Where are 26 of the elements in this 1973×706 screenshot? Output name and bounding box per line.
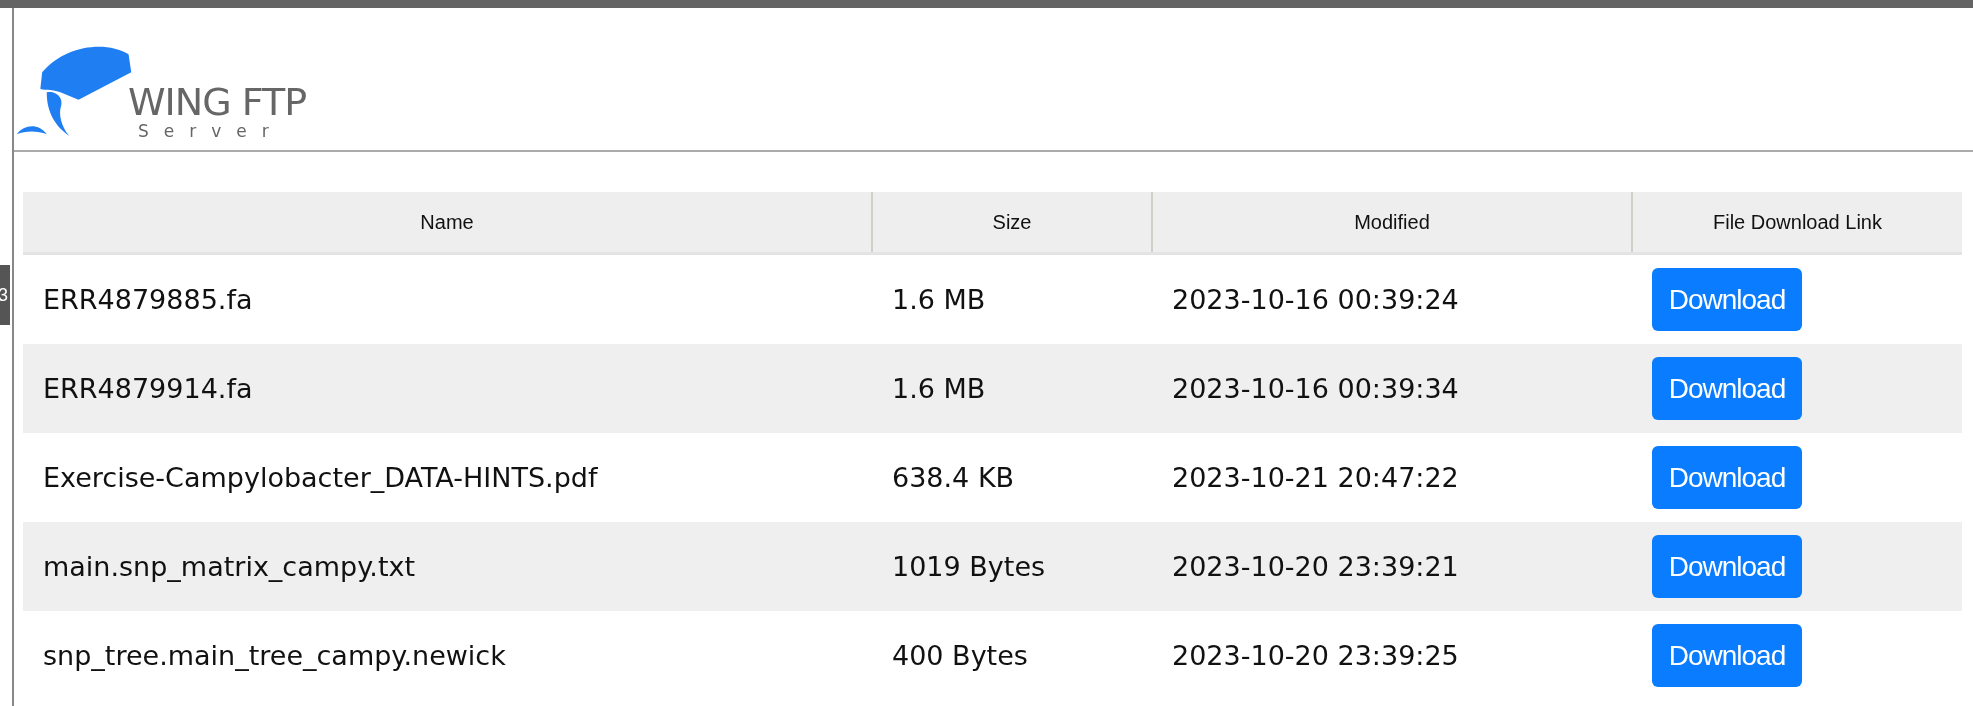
logo-title: WING FTP [128,82,307,122]
file-size: 1.6 MB [872,253,1152,344]
download-button[interactable]: Download [1652,446,1802,509]
column-header[interactable]: Size [872,192,1152,254]
file-name: Exercise-Campylobacter_DATA-HINTS.pdf [23,433,872,522]
file-name: ERR4879914.fa [23,344,872,433]
file-size: 1.6 MB [872,344,1152,433]
modified-date: 2023-10-20 23:39:21 [1152,522,1632,611]
download-button[interactable]: Download [1652,535,1802,598]
file-name: ERR4879885.fa [23,253,872,344]
download-button[interactable]: Download [1652,624,1802,687]
file-name: main.snp_matrix_campy.txt [23,522,872,611]
file-name: snp_tree.main_tree_campy.newick [23,611,872,700]
modified-date: 2023-10-16 00:39:34 [1152,344,1632,433]
modified-date: 2023-10-16 00:39:24 [1152,253,1632,344]
download-button[interactable]: Download [1652,268,1802,331]
modified-date: 2023-10-21 20:47:22 [1152,433,1632,522]
file-size: 400 Bytes [872,611,1152,700]
file-size: 638.4 KB [872,433,1152,522]
column-header[interactable]: Name [23,192,872,254]
logo-subtitle: Server [138,122,285,140]
column-header[interactable]: File Download Link [1632,192,1962,254]
column-header[interactable]: Modified [1152,192,1632,254]
modified-date: 2023-10-20 23:39:25 [1152,611,1632,700]
download-button[interactable]: Download [1652,357,1802,420]
file-size: 1019 Bytes [872,522,1152,611]
